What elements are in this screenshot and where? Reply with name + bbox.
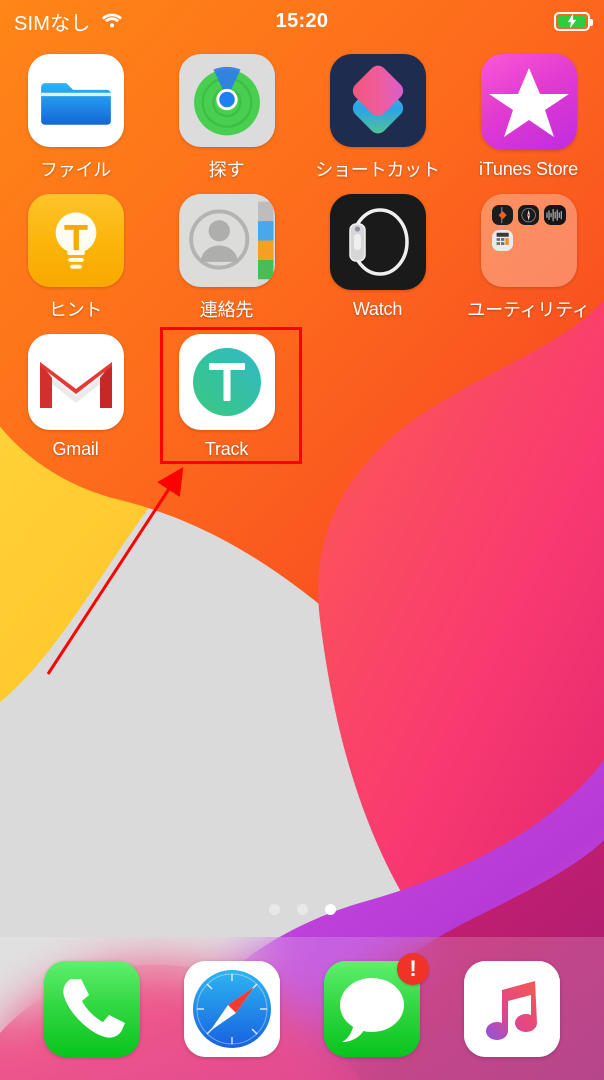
charging-bolt-icon <box>567 13 577 29</box>
app-label-find-my: 探す <box>208 160 245 180</box>
files-icon <box>27 54 124 147</box>
dock-app-safari[interactable] <box>184 960 280 1057</box>
clock-label: 15:20 <box>275 9 329 32</box>
badge-messages: ! <box>397 952 429 985</box>
safari-icon <box>184 960 280 1057</box>
dock-app-messages[interactable]: ! <box>324 952 429 1057</box>
phone-icon <box>44 960 140 1057</box>
app-files[interactable]: ファイル <box>0 42 151 182</box>
app-watch[interactable]: Watch <box>302 182 453 322</box>
page-dot-1[interactable] <box>268 904 280 915</box>
gmail-icon <box>27 334 124 430</box>
watch-icon <box>329 194 426 290</box>
app-label-contacts: 連絡先 <box>199 300 254 320</box>
calculator-icon <box>491 230 513 251</box>
app-shortcuts[interactable]: ショートカット <box>302 42 453 182</box>
app-label-watch: Watch <box>352 299 403 319</box>
app-tips[interactable]: ヒント <box>0 182 151 322</box>
status-bar-right <box>554 11 593 31</box>
page-indicator-dots[interactable] <box>0 904 604 915</box>
track-icon <box>178 334 275 430</box>
measure-icon <box>491 205 513 226</box>
contacts-icon <box>178 194 275 287</box>
app-track[interactable]: Track <box>151 322 302 462</box>
music-icon <box>464 960 560 1057</box>
app-itunes-store[interactable]: iTunes Store <box>453 42 604 182</box>
voice-memos-icon <box>544 205 566 226</box>
app-label-tips: ヒント <box>48 300 103 320</box>
app-utilities-folder[interactable]: ユーティリティ <box>453 182 604 322</box>
utilities-folder-icon <box>480 194 577 287</box>
tips-icon <box>27 194 124 287</box>
dock-app-music[interactable] <box>464 960 560 1057</box>
itunes-store-icon <box>480 54 577 150</box>
dock-app-phone[interactable] <box>44 960 140 1057</box>
app-contacts[interactable]: 連絡先 <box>151 182 302 322</box>
page-dot-2[interactable] <box>296 904 308 915</box>
dock: ! <box>0 937 604 1080</box>
app-label-itunes-store: iTunes Store <box>479 159 578 179</box>
app-find-my[interactable]: 探す <box>151 42 302 182</box>
battery-charging-icon <box>554 11 593 31</box>
page-dot-3-active[interactable] <box>324 904 336 915</box>
app-gmail[interactable]: Gmail <box>0 322 151 462</box>
app-label-utilities: ユーティリティ <box>467 300 590 320</box>
app-label-gmail: Gmail <box>52 439 99 459</box>
shortcuts-icon <box>329 54 426 147</box>
status-bar: SIMなし 15:20 <box>0 0 604 42</box>
app-grid: ファイル 探す ショートカット iTunes Store ヒント 連絡先 Wat… <box>0 42 604 462</box>
compass-icon <box>517 205 540 226</box>
app-label-track: Track <box>204 439 249 459</box>
app-label-files: ファイル <box>39 160 112 180</box>
app-label-shortcuts: ショートカット <box>315 160 440 180</box>
find-my-icon <box>178 54 275 147</box>
